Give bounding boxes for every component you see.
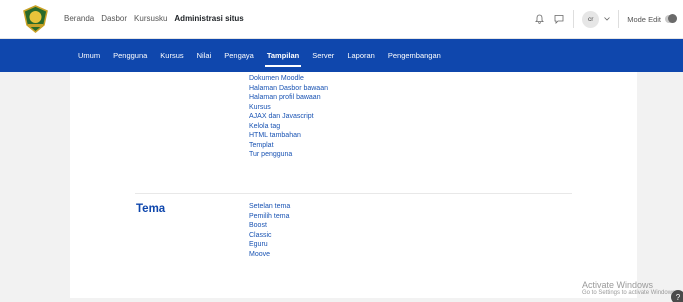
top-navbar: Beranda Dasbor Kursusku Administrasi sit…: [0, 0, 683, 39]
tab-nilai[interactable]: Nilai: [197, 39, 212, 72]
link-html-tambahan[interactable]: HTML tambahan: [249, 131, 389, 141]
edit-mode-control[interactable]: Mode Edit: [627, 14, 677, 24]
nav-item-beranda[interactable]: Beranda: [64, 12, 94, 26]
user-tools: cr Mode Edit: [533, 9, 677, 29]
link-boost[interactable]: Boost: [249, 221, 389, 231]
edit-mode-toggle[interactable]: [665, 14, 677, 23]
chat-icon[interactable]: [553, 13, 565, 25]
tab-pengaya[interactable]: Pengaya: [224, 39, 254, 72]
appearance-links: Dokumen Moodle Halaman Dasbor bawaan Hal…: [249, 74, 389, 160]
link-kelola-tag[interactable]: Kelola tag: [249, 122, 389, 132]
site-logo[interactable]: [22, 5, 49, 33]
admin-content-card: Dokumen Moodle Halaman Dasbor bawaan Hal…: [70, 72, 637, 298]
tab-pengembangan[interactable]: Pengembangan: [388, 39, 441, 72]
link-classic[interactable]: Classic: [249, 231, 389, 241]
link-kursus[interactable]: Kursus: [249, 103, 389, 113]
activate-windows-watermark: Activate Windows Go to Settings to activ…: [582, 280, 677, 297]
avatar[interactable]: cr: [582, 10, 600, 28]
tab-server[interactable]: Server: [312, 39, 334, 72]
toolbar-divider: [618, 10, 620, 28]
nav-item-administrasi-situs[interactable]: Administrasi situs: [174, 12, 243, 26]
edit-mode-label: Mode Edit: [627, 14, 661, 24]
link-halaman-dasbor-bawaan[interactable]: Halaman Dasbor bawaan: [249, 84, 389, 94]
nav-item-dasbor[interactable]: Dasbor: [101, 12, 127, 26]
toolbar-divider: [573, 10, 575, 28]
link-dokumen-moodle[interactable]: Dokumen Moodle: [249, 74, 389, 84]
tab-kursus[interactable]: Kursus: [160, 39, 183, 72]
tab-tampilan[interactable]: Tampilan: [264, 39, 302, 72]
section-divider: [135, 193, 572, 194]
watermark-title: Activate Windows: [582, 280, 654, 290]
link-pemilih-tema[interactable]: Pemilih tema: [249, 212, 389, 222]
tab-umum[interactable]: Umum: [78, 39, 100, 72]
admin-tabs: Umum Pengguna Kursus Nilai Pengaya Tampi…: [78, 39, 441, 72]
user-menu[interactable]: cr: [582, 10, 611, 28]
link-tur-pengguna[interactable]: Tur pengguna: [249, 150, 389, 160]
link-halaman-profil-bawaan[interactable]: Halaman profil bawaan: [249, 93, 389, 103]
section-title-tema: Tema: [136, 203, 166, 215]
link-setelan-tema[interactable]: Setelan tema: [249, 202, 389, 212]
tab-laporan[interactable]: Laporan: [347, 39, 375, 72]
nav-item-kursusku[interactable]: Kursusku: [134, 12, 167, 26]
theme-links: Setelan tema Pemilih tema Boost Classic …: [249, 202, 389, 259]
help-icon[interactable]: ?: [671, 290, 683, 302]
link-ajax-javascript[interactable]: AJAX dan Javascript: [249, 112, 389, 122]
link-eguru[interactable]: Eguru: [249, 240, 389, 250]
tab-pengguna[interactable]: Pengguna: [113, 39, 147, 72]
link-templat[interactable]: Templat: [249, 141, 389, 151]
chevron-down-icon[interactable]: [604, 17, 611, 21]
link-moove[interactable]: Moove: [249, 250, 389, 260]
watermark-subtitle: Go to Settings to activate Windows.: [582, 290, 677, 296]
bell-icon[interactable]: [533, 13, 545, 25]
admin-tabs-bar: Umum Pengguna Kursus Nilai Pengaya Tampi…: [0, 39, 683, 72]
primary-nav: Beranda Dasbor Kursusku Administrasi sit…: [64, 12, 244, 26]
